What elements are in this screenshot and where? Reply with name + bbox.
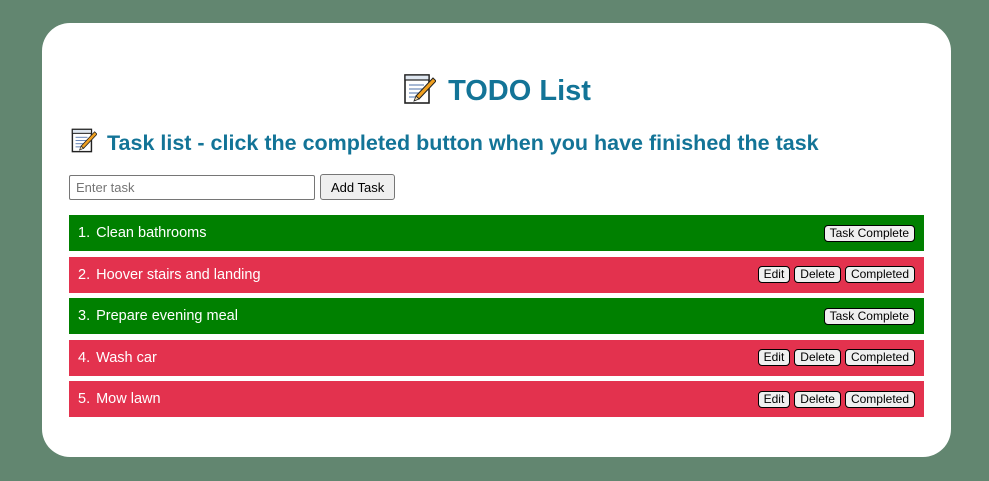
task-text: Wash car (96, 349, 157, 366)
task-text: Mow lawn (96, 391, 161, 407)
todo-card: TODO List Task list - click the complete… (42, 23, 951, 457)
task-number: 1. (78, 225, 91, 241)
completed-button[interactable]: Completed (844, 266, 915, 283)
task-complete-button[interactable]: Task Complete (823, 224, 915, 242)
delete-button[interactable]: Delete (794, 390, 841, 408)
title-row: TODO List (42, 71, 951, 111)
task-number: 3. (78, 308, 91, 324)
task-text: Clean bathrooms (96, 225, 207, 241)
memo-icon (402, 72, 437, 111)
task-row: 4. Wash car Edit Delete Completed (69, 339, 924, 376)
task-text: Prepare evening meal (96, 308, 238, 324)
edit-button[interactable]: Edit (757, 349, 791, 366)
task-row: 5. Mow lawn Edit Delete Completed (69, 381, 924, 417)
page-title: TODO List (448, 75, 591, 107)
task-text: Hoover stairs and landing (96, 266, 261, 283)
task-row: 3. Prepare evening meal Task Complete (69, 298, 924, 334)
add-task-form: Add Task (69, 174, 396, 200)
task-number: 5. (78, 391, 91, 407)
delete-button[interactable]: Delete (794, 266, 841, 283)
task-row: 2. Hoover stairs and landing Edit Delete… (69, 256, 924, 293)
edit-button[interactable]: Edit (757, 390, 791, 408)
task-row: 1. Clean bathrooms Task Complete (69, 215, 924, 251)
task-input[interactable] (69, 174, 315, 200)
delete-button[interactable]: Delete (794, 349, 841, 366)
edit-button[interactable]: Edit (757, 266, 791, 283)
subtitle-row: Task list - click the completed button w… (70, 127, 819, 159)
completed-button[interactable]: Completed (844, 349, 915, 366)
completed-button[interactable]: Completed (844, 390, 915, 408)
task-number: 2. (78, 266, 91, 283)
add-task-button[interactable]: Add Task (320, 174, 396, 200)
task-number: 4. (78, 349, 91, 366)
task-list: 1. Clean bathrooms Task Complete 2. Hoov… (69, 215, 924, 423)
task-list-heading: Task list - click the completed button w… (107, 130, 819, 155)
task-complete-button[interactable]: Task Complete (823, 307, 915, 325)
memo-icon (70, 127, 98, 159)
